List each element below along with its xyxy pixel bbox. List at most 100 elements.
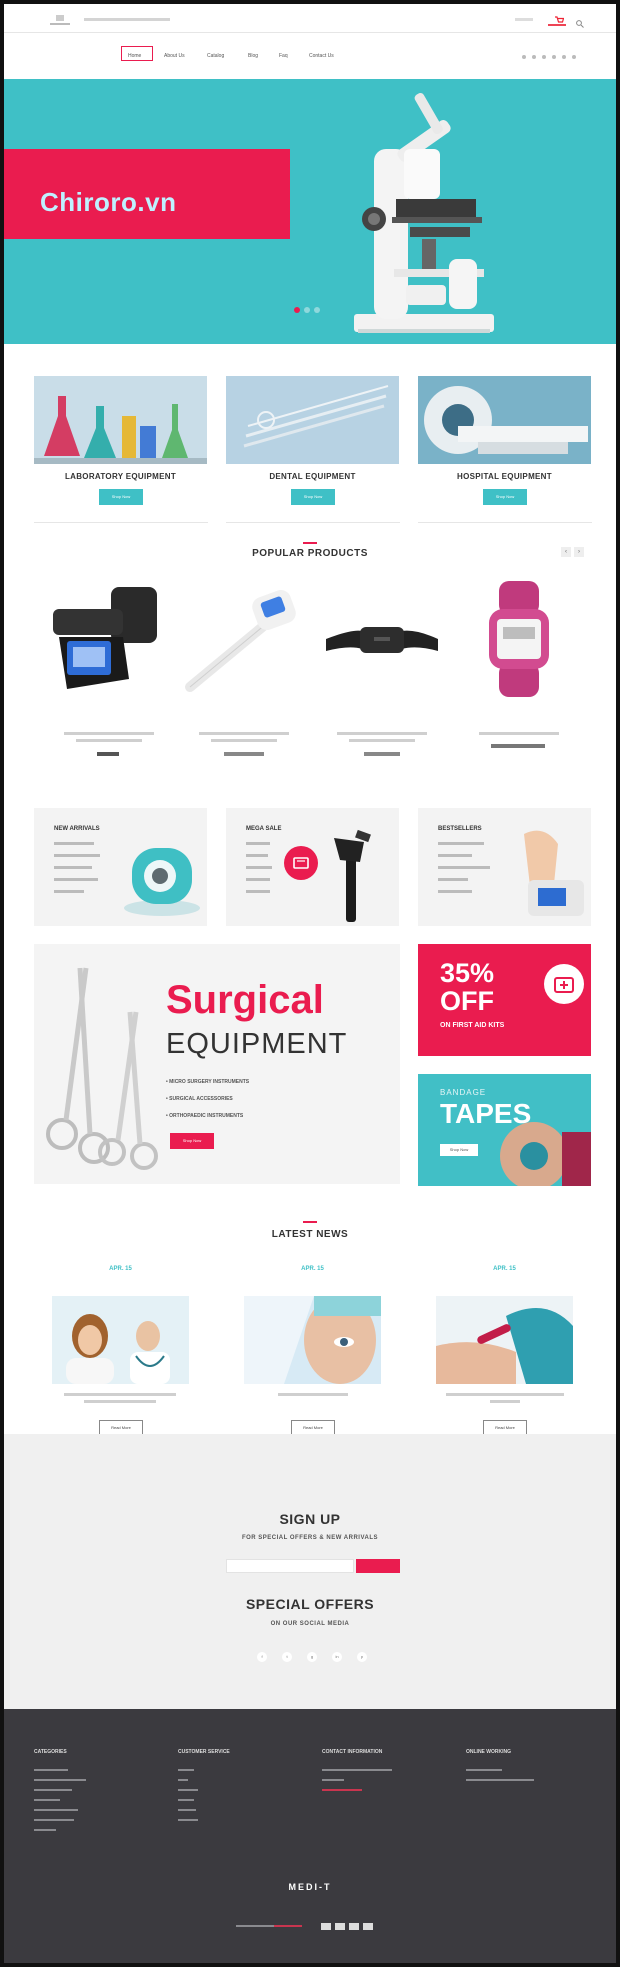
- bandage-tapes-banner[interactable]: BANDAGE TAPES Shop Now: [418, 1074, 591, 1186]
- carousel-next-button[interactable]: ›: [574, 547, 584, 557]
- footer-working-hours: [466, 1769, 534, 1781]
- tapes-small: BANDAGE: [440, 1088, 487, 1097]
- carousel-prev-button[interactable]: ‹: [561, 547, 571, 557]
- price-mark: [97, 752, 119, 756]
- google-plus-icon[interactable]: g: [307, 1652, 317, 1662]
- surgical-title: Surgical: [166, 978, 324, 1022]
- surgical-scissors-icon: [46, 967, 158, 1170]
- facebook-icon[interactable]: f: [257, 1652, 267, 1662]
- first-aid-kit-icon: [544, 964, 584, 1004]
- news-date: APR. 15: [301, 1266, 324, 1272]
- product-name-lines: [211, 739, 277, 742]
- product-name-lines: [337, 732, 427, 735]
- promo-title: NEW ARRIVALS: [54, 826, 100, 832]
- surgical-equipment-banner[interactable]: Surgical EQUIPMENT • MICRO SURGERY INSTR…: [34, 944, 400, 1184]
- cart-icon[interactable]: [554, 12, 565, 23]
- search-icon[interactable]: [576, 15, 584, 28]
- twitter-icon[interactable]: [532, 55, 536, 59]
- nav-item-about[interactable]: About Us: [164, 53, 185, 59]
- hospital-equipment-image[interactable]: [418, 376, 591, 464]
- slider-dot-3[interactable]: [314, 307, 320, 313]
- otoscope-icon: [334, 829, 371, 922]
- mri-scanner-icon: [418, 376, 591, 464]
- section-underline: [303, 542, 317, 544]
- offer-off: OFF: [440, 986, 494, 1016]
- slider-dot-1[interactable]: [294, 307, 300, 313]
- rss-icon[interactable]: [572, 55, 576, 59]
- promo-title: MEGA SALE: [246, 826, 282, 832]
- nav-item-home[interactable]: Home: [128, 53, 141, 59]
- surgical-shop-button[interactable]: Shop Now: [170, 1133, 214, 1149]
- new-arrivals-box[interactable]: NEW ARRIVALS: [34, 808, 207, 926]
- digital-thermometer-icon[interactable]: [184, 579, 304, 699]
- product-name-lines: [64, 732, 154, 735]
- amex-icon: [363, 1923, 373, 1930]
- nav-item-catalog[interactable]: Catalog: [207, 53, 224, 59]
- product-name-lines: [199, 732, 289, 735]
- heart-rate-strap-icon[interactable]: [322, 579, 442, 699]
- news-image-blood-test[interactable]: [436, 1296, 573, 1384]
- footer-email-link[interactable]: [322, 1789, 362, 1791]
- google-plus-icon[interactable]: [542, 55, 546, 59]
- pinterest-icon[interactable]: [562, 55, 566, 59]
- footer-copyright-link[interactable]: [274, 1925, 302, 1927]
- dental-equipment-image[interactable]: [226, 376, 399, 464]
- surgical-subtitle: EQUIPMENT: [166, 1028, 348, 1060]
- nav-item-faq[interactable]: Faq: [279, 53, 288, 59]
- mega-sale-box[interactable]: MEGA SALE: [226, 808, 399, 926]
- facebook-icon[interactable]: [522, 55, 526, 59]
- news-caption-lines: [84, 1400, 156, 1403]
- price-mark: [224, 752, 264, 756]
- microscope-image: [354, 93, 494, 333]
- offer-subline: ON FIRST AID KITS: [440, 1022, 505, 1029]
- signup-title: SIGN UP: [279, 1511, 341, 1527]
- fitness-watch-icon[interactable]: [459, 579, 579, 699]
- news-image-doctors[interactable]: [52, 1296, 189, 1384]
- site-logo[interactable]: [44, 13, 76, 27]
- product-name-lines: [349, 739, 415, 742]
- linkedin-icon[interactable]: in: [332, 1652, 342, 1662]
- footer-column-title: CATEGORIES: [34, 1749, 67, 1755]
- price-mark: [491, 744, 545, 748]
- laboratory-equipment-image[interactable]: [34, 376, 207, 464]
- special-offers-title: SPECIAL OFFERS: [245, 1596, 375, 1612]
- surgical-bullets: • MICRO SURGERY INSTRUMENTS • SURGICAL A…: [166, 1079, 250, 1119]
- footer-links-categories[interactable]: [34, 1769, 86, 1831]
- newsletter-email-input[interactable]: [226, 1559, 354, 1573]
- cart-label[interactable]: [548, 24, 566, 26]
- footer-logo[interactable]: MEDI-T: [4, 1882, 616, 1892]
- news-image-eye-exam[interactable]: [244, 1296, 381, 1384]
- logo-icon: [50, 15, 70, 25]
- section-divider: [226, 522, 400, 523]
- tapes-shop-button[interactable]: Shop Now: [440, 1144, 478, 1156]
- pinterest-icon[interactable]: p: [357, 1652, 367, 1662]
- signup-subtitle: FOR SPECIAL OFFERS & NEW ARRIVALS: [241, 1535, 379, 1541]
- footer-column-title: CUSTOMER SERVICE: [178, 1749, 230, 1755]
- linkedin-icon[interactable]: [552, 55, 556, 59]
- footer-contact-info: [322, 1769, 392, 1791]
- blood-pressure-cuff-icon: [124, 848, 200, 916]
- category-shop-button-hospital[interactable]: Shop Now: [483, 489, 527, 505]
- login-link[interactable]: [515, 18, 533, 21]
- product-name-lines: [76, 739, 142, 742]
- category-shop-button-dental[interactable]: Shop Now: [291, 489, 335, 505]
- header-contact-bar: [84, 18, 170, 21]
- newsletter-submit-button[interactable]: [356, 1559, 400, 1573]
- slider-dot-2[interactable]: [304, 307, 310, 313]
- first-aid-offer-banner[interactable]: 35% OFF ON FIRST AID KITS: [418, 944, 591, 1056]
- category-title-dental: DENTAL EQUIPMENT: [269, 472, 356, 481]
- nav-item-blog[interactable]: Blog: [248, 53, 258, 59]
- mastercard-icon: [335, 1923, 345, 1930]
- nav-item-contact[interactable]: Contact Us: [309, 53, 334, 59]
- bestsellers-box[interactable]: BESTSELLERS: [418, 808, 591, 926]
- blood-pressure-monitor-icon[interactable]: [49, 579, 169, 699]
- twitter-icon[interactable]: t: [282, 1652, 292, 1662]
- category-title-hospital: HOSPITAL EQUIPMENT: [457, 472, 552, 481]
- product-name-lines: [479, 732, 559, 735]
- footer-links-customer-service[interactable]: [178, 1769, 198, 1821]
- hero-slider[interactable]: Chiroro.vn: [4, 79, 616, 344]
- category-shop-button-laboratory[interactable]: Shop Now: [99, 489, 143, 505]
- promo-list: [438, 842, 490, 893]
- news-date: APR. 15: [109, 1266, 132, 1272]
- promo-title: BESTSELLERS: [438, 826, 482, 832]
